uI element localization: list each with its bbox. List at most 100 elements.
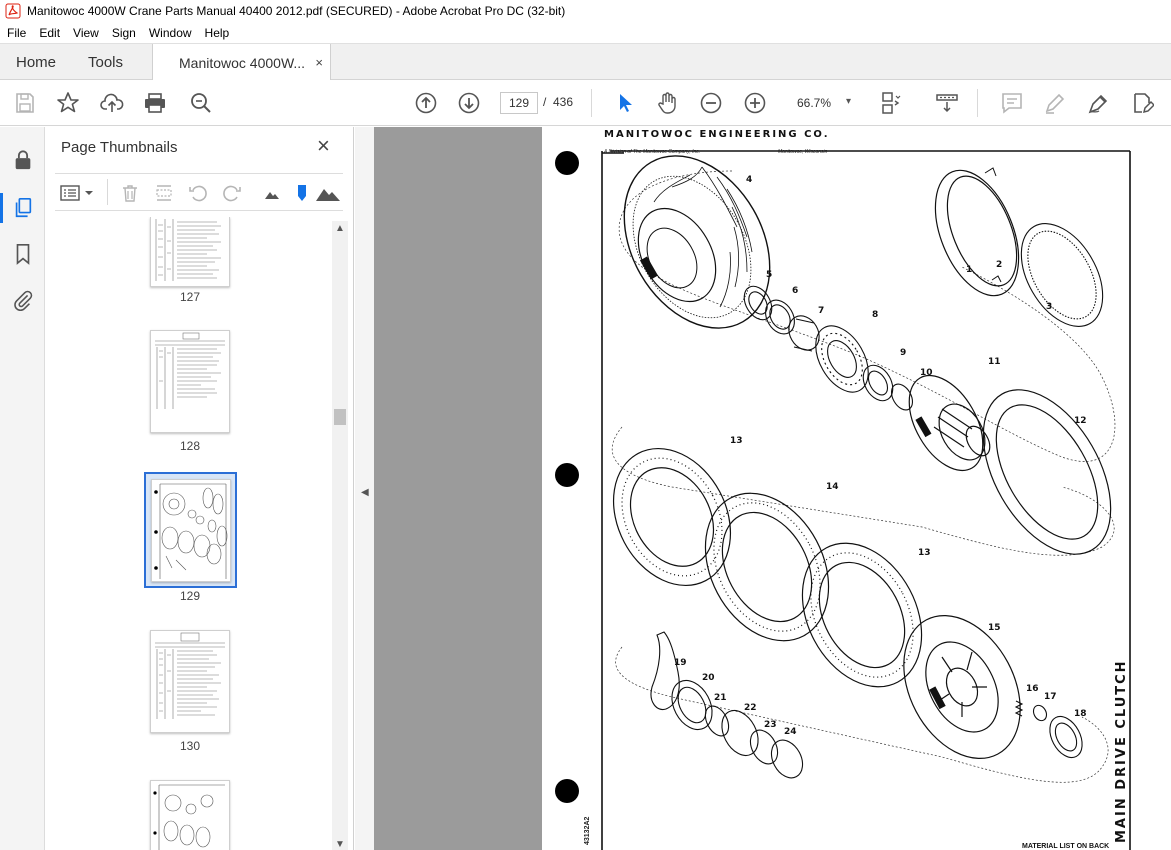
thumbnail-list: 127 128 129 130 <box>45 217 335 850</box>
menu-sign[interactable]: Sign <box>105 26 142 40</box>
zoom-out-icon[interactable] <box>698 90 724 116</box>
tab-bar: Home Tools Manitowoc 4000W... × <box>0 43 1171 82</box>
zoom-search-icon[interactable] <box>188 90 214 116</box>
bookmarks-icon[interactable] <box>10 241 36 267</box>
menu-edit[interactable]: Edit <box>32 26 66 40</box>
thumbnail-label-128: 128 <box>179 439 201 453</box>
chevron-down-icon: ▾ <box>845 96 851 107</box>
menu-help[interactable]: Help <box>198 26 236 40</box>
part-label-12: 12 <box>1074 416 1087 426</box>
thumbnail-page-130[interactable] <box>150 630 230 733</box>
bookmark-star-icon[interactable] <box>55 90 81 116</box>
sign-pen-icon[interactable] <box>1086 90 1112 116</box>
part-label-21: 21 <box>714 693 727 703</box>
fit-page-icon[interactable] <box>877 90 903 116</box>
acrobat-window: Manitowoc 4000W Crane Parts Manual 40400… <box>0 0 1171 850</box>
edit-export-icon[interactable] <box>1129 90 1155 116</box>
collapse-panel-icon[interactable]: ◀ <box>361 487 369 498</box>
rotate-right-icon[interactable] <box>221 182 243 204</box>
thumbnail-preview <box>155 632 225 719</box>
tab-document[interactable]: Manitowoc 4000W... × <box>152 44 331 82</box>
lock-icon[interactable] <box>10 147 36 173</box>
scrollbar-thumb[interactable] <box>334 409 346 425</box>
next-page-icon[interactable] <box>456 90 482 116</box>
page-number-input[interactable]: 129 <box>500 92 538 114</box>
thumbnail-label-129: 129 <box>179 589 201 603</box>
thumbnail-size-slider-icon[interactable] <box>291 182 313 204</box>
panel-collapse-gutter[interactable]: ◀ <box>355 127 374 850</box>
thumbnail-large-icon[interactable] <box>315 182 341 204</box>
part-label-13: 13 <box>730 436 743 446</box>
part-label-13b: 13 <box>918 548 931 558</box>
thumbnail-scrollbar[interactable]: ▲ ▼ <box>332 221 348 850</box>
part-label-22: 22 <box>744 703 757 713</box>
delete-page-icon[interactable] <box>119 182 141 204</box>
extract-page-icon[interactable] <box>153 182 175 204</box>
part-number-labels: 4 5 6 7 8 9 10 11 12 1 2 3 13 14 13 15 1 <box>674 175 1087 737</box>
thumbnail-label-130: 130 <box>179 739 201 753</box>
part-label-17: 17 <box>1044 692 1057 702</box>
part-label-18: 18 <box>1074 709 1087 719</box>
thumbnail-preview <box>155 219 221 281</box>
panel-title: Page Thumbnails <box>61 139 178 156</box>
panel-divider <box>107 179 108 205</box>
clutch-exploded-diagram: 4 5 6 7 8 9 10 11 12 1 2 3 13 14 13 15 1 <box>601 150 1131 850</box>
page-thumbnails-icon[interactable] <box>10 195 36 221</box>
toolbar-divider <box>591 89 592 117</box>
zoom-in-icon[interactable] <box>742 90 768 116</box>
zoom-level-select[interactable]: 66.7% ▾ <box>786 92 858 114</box>
menu-window[interactable]: Window <box>142 26 198 40</box>
share-upload-icon[interactable] <box>99 90 125 116</box>
scroll-mode-icon[interactable] <box>934 90 960 116</box>
part-label-23: 23 <box>764 720 777 730</box>
part-label-3: 3 <box>1046 302 1052 312</box>
hand-tool-icon[interactable] <box>654 90 680 116</box>
title-bar: Manitowoc 4000W Crane Parts Manual 40400… <box>0 0 1171 22</box>
rotate-left-icon[interactable] <box>187 182 209 204</box>
menu-file[interactable]: File <box>0 26 32 40</box>
tab-home[interactable]: Home <box>16 44 56 81</box>
previous-page-icon[interactable] <box>413 90 439 116</box>
part-label-1: 1 <box>966 265 972 275</box>
part-label-2: 2 <box>996 260 1002 270</box>
thumbnail-page-129[interactable] <box>151 479 231 582</box>
rail-active-indicator <box>0 193 3 223</box>
thumbnail-page-127[interactable] <box>150 217 230 287</box>
tab-tools[interactable]: Tools <box>88 44 123 81</box>
select-cursor-icon[interactable] <box>612 90 638 116</box>
tab-close-icon[interactable]: × <box>315 55 323 70</box>
print-icon[interactable] <box>142 90 168 116</box>
scroll-up-icon[interactable]: ▲ <box>335 223 345 234</box>
document-canvas[interactable]: MANITOWOC ENGINEERING CO. A Division of … <box>374 127 1171 850</box>
part-label-8: 8 <box>872 310 878 320</box>
attachments-paperclip-icon[interactable] <box>10 287 36 313</box>
thumbnail-page-128[interactable] <box>150 330 230 433</box>
thumbnail-toolbar <box>55 173 343 211</box>
document-page: MANITOWOC ENGINEERING CO. A Division of … <box>542 127 1171 850</box>
menu-view[interactable]: View <box>66 26 105 40</box>
navigation-rail <box>0 127 45 850</box>
page-separator: / <box>543 95 547 109</box>
main-toolbar: 129 / 436 66.7% ▾ <box>0 80 1171 126</box>
part-label-7: 7 <box>818 306 824 316</box>
thumbnail-page-131[interactable] <box>150 780 230 850</box>
part-flywheel <box>623 155 771 329</box>
part-label-10: 10 <box>920 368 933 378</box>
acrobat-logo-icon <box>5 3 21 19</box>
highlight-pen-icon[interactable] <box>1042 90 1068 116</box>
part-label-24: 24 <box>784 727 797 737</box>
total-pages: 436 <box>553 95 574 109</box>
thumbnail-preview <box>155 332 225 409</box>
part-label-15: 15 <box>988 623 1001 633</box>
part-label-6: 6 <box>792 286 798 296</box>
panel-close-icon[interactable]: × <box>317 135 330 157</box>
part-label-14: 14 <box>826 482 839 492</box>
scroll-down-icon[interactable]: ▼ <box>335 839 345 850</box>
toolbar-divider <box>977 89 978 117</box>
comment-icon[interactable] <box>999 90 1025 116</box>
thumbnail-small-icon[interactable] <box>261 182 283 204</box>
thumbnail-options-icon[interactable] <box>59 182 95 204</box>
save-icon[interactable] <box>12 90 38 116</box>
thumbnail-preview <box>153 784 225 850</box>
part-label-20: 20 <box>702 673 715 683</box>
